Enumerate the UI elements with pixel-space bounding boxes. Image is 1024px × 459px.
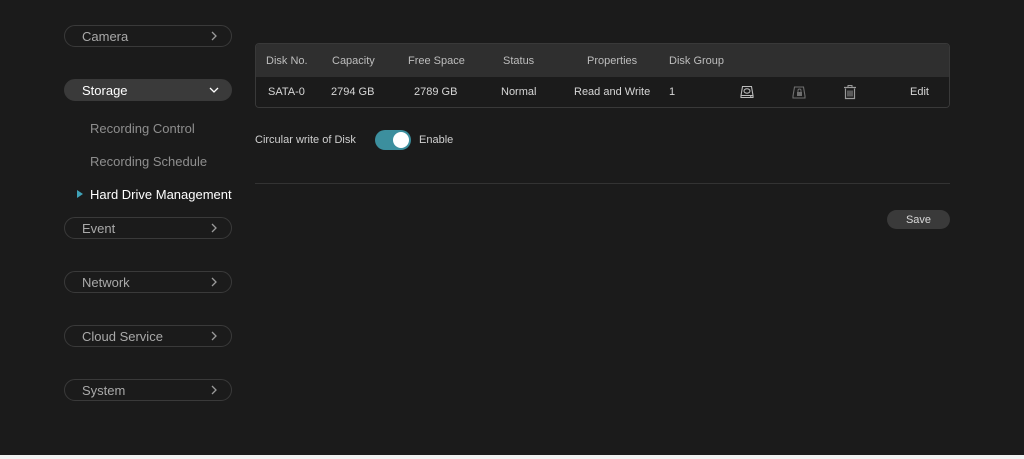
format-disk-icon[interactable] [739, 84, 755, 100]
circular-write-toggle[interactable] [375, 130, 411, 150]
nav-cloud-service[interactable]: Cloud Service [64, 325, 232, 347]
nav-hard-drive-management[interactable]: Hard Drive Management [90, 187, 232, 202]
cell-free-space: 2789 GB [414, 86, 458, 98]
circular-write-state: Enable [419, 134, 454, 146]
delete-icon[interactable] [842, 84, 858, 100]
chevron-right-icon [211, 223, 217, 233]
nav-recording-control[interactable]: Recording Control [90, 121, 195, 136]
cell-disk-no: SATA-0 [268, 86, 305, 98]
nav-camera[interactable]: Camera [64, 25, 232, 47]
table-row: SATA-0 2794 GB 2789 GB Normal Read and W… [256, 77, 949, 107]
cell-properties: Read and Write [574, 86, 651, 98]
header-disk-no: Disk No. [266, 55, 308, 67]
cell-disk-group: 1 [669, 86, 676, 98]
nav-network[interactable]: Network [64, 271, 232, 293]
chevron-down-icon [209, 87, 219, 93]
table-header: Disk No. Capacity Free Space Status Prop… [256, 44, 949, 77]
edit-button[interactable]: Edit [910, 87, 929, 98]
chevron-right-icon [211, 385, 217, 395]
chevron-right-icon [211, 277, 217, 287]
nav-system[interactable]: System [64, 379, 232, 401]
toggle-knob [393, 132, 409, 148]
cell-status: Normal [501, 86, 537, 98]
cell-capacity: 2794 GB [331, 86, 375, 98]
nav-event-label: Event [82, 220, 116, 236]
header-status: Status [503, 55, 535, 67]
bottom-edge [0, 455, 1024, 459]
nav-recording-schedule[interactable]: Recording Schedule [90, 154, 207, 169]
chevron-right-icon [211, 331, 217, 341]
circular-write-label: Circular write of Disk [255, 134, 356, 146]
save-button[interactable]: Save [887, 210, 950, 229]
nav-system-label: System [82, 382, 126, 398]
chevron-right-icon [211, 31, 217, 41]
header-capacity: Capacity [332, 55, 375, 67]
nav-camera-label: Camera [82, 28, 129, 44]
nav-cloud-service-label: Cloud Service [82, 328, 163, 344]
header-disk-group: Disk Group [669, 55, 725, 67]
nav-network-label: Network [82, 274, 130, 290]
nav-event[interactable]: Event [64, 217, 232, 239]
disk-table: Disk No. Capacity Free Space Status Prop… [255, 43, 950, 108]
divider [255, 183, 950, 184]
nav-storage-label: Storage [82, 82, 128, 98]
header-properties: Properties [587, 55, 638, 67]
nav-storage[interactable]: Storage [64, 79, 232, 101]
active-indicator-icon [77, 190, 83, 198]
header-free-space: Free Space [408, 55, 465, 67]
lock-disk-icon[interactable] [791, 84, 807, 100]
